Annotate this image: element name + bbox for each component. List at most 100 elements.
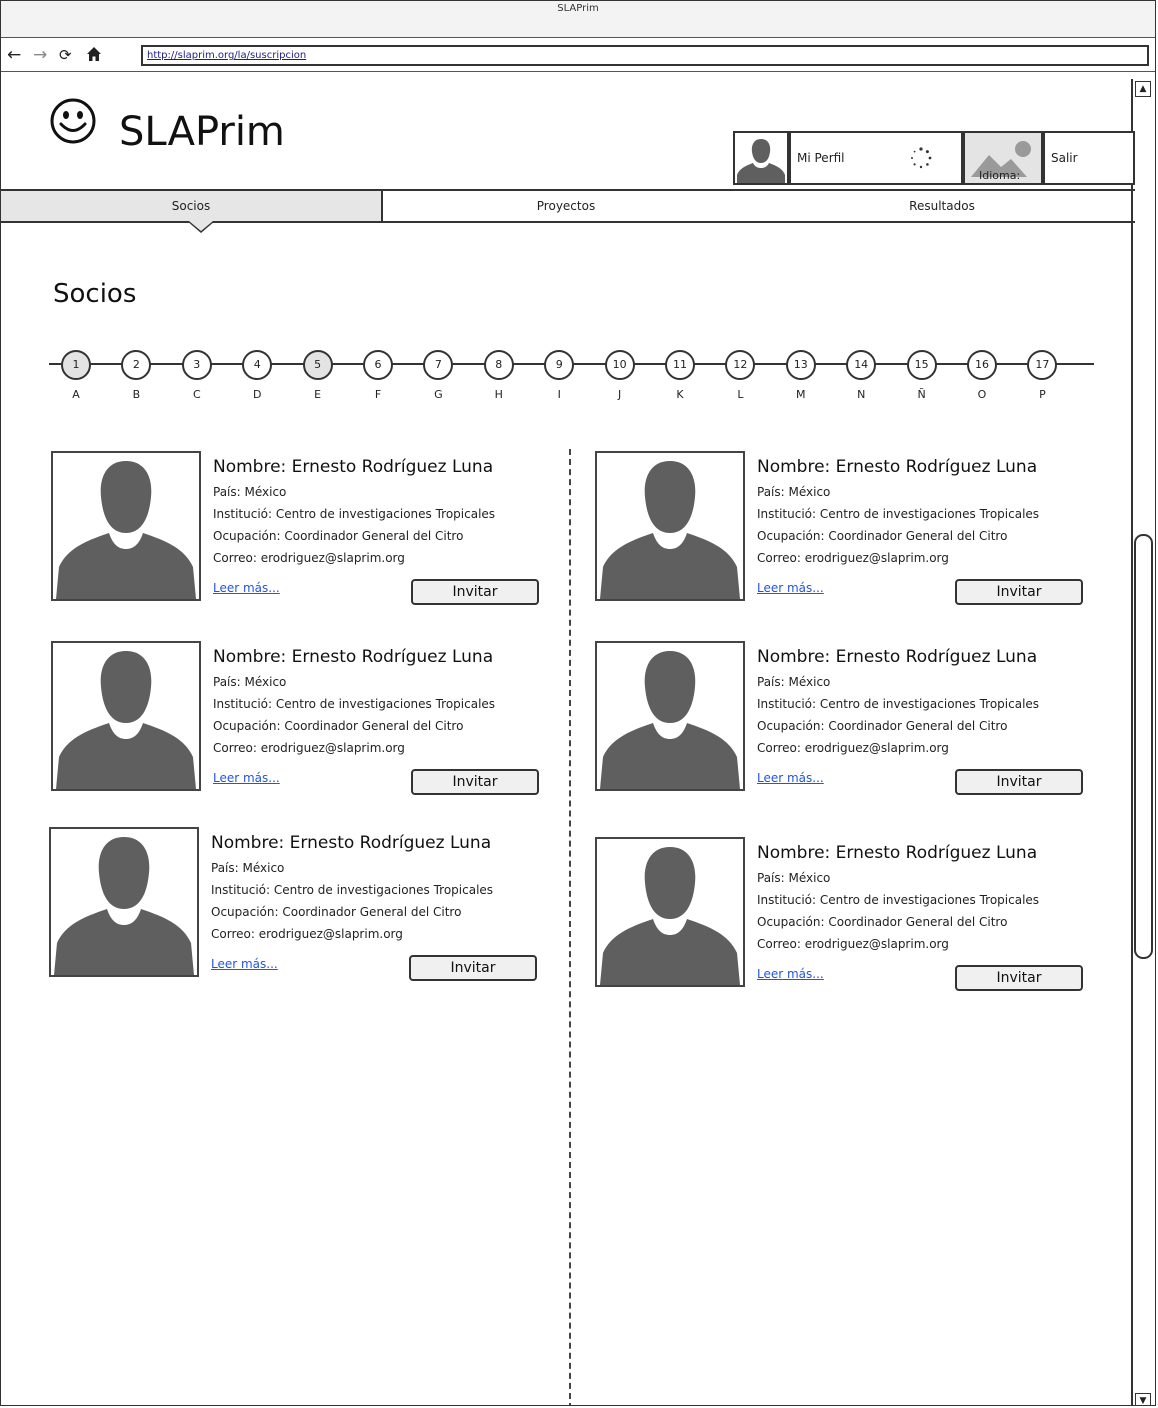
member-email: Correo: erodriguez@slaprim.org [757, 741, 949, 755]
step-letter-3[interactable]: C [182, 388, 212, 401]
step-17[interactable]: 17 [1027, 350, 1058, 380]
step-letter-12[interactable]: L [725, 388, 755, 401]
member-occupation: Ocupación: Coordinador General del Citro [213, 719, 464, 733]
scroll-down-icon[interactable]: ▼ [1135, 1393, 1151, 1405]
window-title: SLAPrim [557, 3, 599, 14]
user-silhouette-icon [737, 139, 785, 183]
member-email: Correo: erodriguez@slaprim.org [213, 741, 405, 755]
step-1[interactable]: 1 [61, 350, 91, 380]
invite-button[interactable]: Invitar [955, 769, 1083, 795]
step-letter-17[interactable]: P [1027, 388, 1057, 401]
step-letter-2[interactable]: B [121, 388, 151, 401]
back-arrow-icon[interactable]: ← [7, 45, 21, 65]
invite-button[interactable]: Invitar [955, 965, 1083, 991]
step-8[interactable]: 8 [483, 350, 514, 380]
profile-button[interactable]: Mi Perfil [789, 131, 963, 185]
step-letter-7[interactable]: G [423, 388, 453, 401]
tab-socios[interactable]: Socios [1, 191, 383, 221]
step-letter-1[interactable]: A [61, 388, 91, 401]
tab-proyectos[interactable]: Proyectos [383, 191, 749, 221]
step-letter-5[interactable]: E [303, 388, 333, 401]
step-letter-10[interactable]: J [605, 388, 635, 401]
logout-button[interactable]: Salir [1043, 131, 1135, 185]
read-more-link[interactable]: Leer más... [757, 967, 824, 981]
step-14[interactable]: 14 [846, 350, 877, 380]
member-occupation: Ocupación: Coordinador General del Citro [213, 529, 464, 543]
step-5[interactable]: 5 [302, 350, 333, 380]
step-4[interactable]: 4 [242, 350, 273, 380]
step-letter-6[interactable]: F [363, 388, 393, 401]
tab-resultados[interactable]: Resultados [749, 191, 1135, 221]
member-country: País: México [757, 675, 831, 689]
member-card: Nombre: Ernesto Rodríguez Luna País: Méx… [595, 641, 1115, 799]
member-institution: Institució: Centro de investigaciones Tr… [213, 507, 496, 521]
person-silhouette-icon [600, 651, 740, 789]
url-input[interactable]: http://slaprim.org/la/suscripcion [141, 45, 1149, 66]
member-photo [49, 827, 199, 977]
read-more-link[interactable]: Leer más... [757, 771, 824, 785]
user-avatar[interactable] [733, 131, 789, 185]
language-selector[interactable]: Idioma: [963, 131, 1043, 185]
home-icon[interactable] [85, 45, 103, 68]
person-silhouette-icon [56, 461, 196, 599]
step-letter-9[interactable]: I [544, 388, 574, 401]
forward-arrow-icon[interactable]: → [33, 45, 47, 65]
step-2[interactable]: 2 [121, 350, 152, 380]
member-institution: Institució: Centro de investigaciones Tr… [757, 697, 1040, 711]
step-9[interactable]: 9 [544, 350, 575, 380]
title-bar: SLAPrim [1, 1, 1155, 38]
person-silhouette-icon [56, 651, 196, 789]
step-11[interactable]: 11 [665, 350, 695, 380]
read-more-link[interactable]: Leer más... [211, 957, 278, 971]
member-card: Nombre: Ernesto Rodríguez Luna País: Méx… [595, 837, 1115, 995]
browser-toolbar: ← → ⟳ http://slaprim.org/la/suscripcion [1, 39, 1155, 72]
person-silhouette-icon [600, 461, 740, 599]
member-occupation: Ocupación: Coordinador General del Citro [211, 905, 462, 919]
page-title: Socios [53, 279, 137, 309]
member-institution: Institució: Centro de investigaciones Tr… [213, 697, 496, 711]
step-letter-13[interactable]: M [786, 388, 816, 401]
member-country: País: México [757, 871, 831, 885]
member-photo [595, 837, 745, 987]
scroll-up-icon[interactable]: ▲ [1135, 81, 1151, 97]
member-occupation: Ocupación: Coordinador General del Citro [757, 529, 1008, 543]
person-silhouette-icon [54, 837, 194, 975]
step-6[interactable]: 6 [363, 350, 393, 380]
member-country: País: México [213, 675, 287, 689]
invite-button[interactable]: Invitar [411, 769, 539, 795]
step-letter-4[interactable]: D [242, 388, 272, 401]
reload-icon[interactable]: ⟳ [59, 45, 72, 65]
invite-button[interactable]: Invitar [955, 579, 1083, 605]
step-letter-11[interactable]: K [665, 388, 695, 401]
step-10[interactable]: 10 [604, 350, 635, 380]
member-name: Nombre: Ernesto Rodríguez Luna [213, 457, 494, 477]
member-institution: Institució: Centro de investigaciones Tr… [757, 893, 1040, 907]
member-email: Correo: erodriguez@slaprim.org [757, 937, 949, 951]
step-letter-16[interactable]: O [967, 388, 997, 401]
step-16[interactable]: 16 [967, 350, 997, 380]
step-7[interactable]: 7 [423, 350, 454, 380]
member-photo [51, 451, 201, 601]
read-more-link[interactable]: Leer más... [213, 581, 280, 595]
step-letter-8[interactable]: H [484, 388, 514, 401]
invite-button[interactable]: Invitar [409, 955, 537, 981]
step-15[interactable]: 15 [906, 350, 937, 380]
scroll-thumb[interactable] [1134, 534, 1153, 959]
invite-button[interactable]: Invitar [411, 579, 539, 605]
read-more-link[interactable]: Leer más... [757, 581, 824, 595]
member-institution: Institució: Centro de investigaciones Tr… [211, 883, 494, 897]
step-letter-15[interactable]: Ñ [907, 388, 937, 401]
step-letter-14[interactable]: N [846, 388, 876, 401]
step-3[interactable]: 3 [181, 350, 212, 380]
step-13[interactable]: 13 [785, 350, 816, 380]
member-name: Nombre: Ernesto Rodríguez Luna [757, 843, 1038, 863]
active-tab-pointer-fill [189, 221, 213, 231]
alphabet-stepper: 1 A 2 B 3 C 4 D 5 E 6 F 7 G 8 H 9 I 10 J 11 K 12 L 13 M 14 N 15 Ñ 16 O 1… [49, 341, 1099, 411]
step-12[interactable]: 12 [725, 350, 756, 380]
read-more-link[interactable]: Leer más... [213, 771, 280, 785]
main-tabs: Socios Proyectos Resultados [1, 189, 1135, 223]
member-photo [51, 641, 201, 791]
vertical-scrollbar[interactable]: ▲ ▼ [1131, 79, 1155, 1405]
member-name: Nombre: Ernesto Rodríguez Luna [757, 457, 1038, 477]
member-card: Nombre: Ernesto Rodríguez Luna País: Méx… [51, 451, 571, 609]
